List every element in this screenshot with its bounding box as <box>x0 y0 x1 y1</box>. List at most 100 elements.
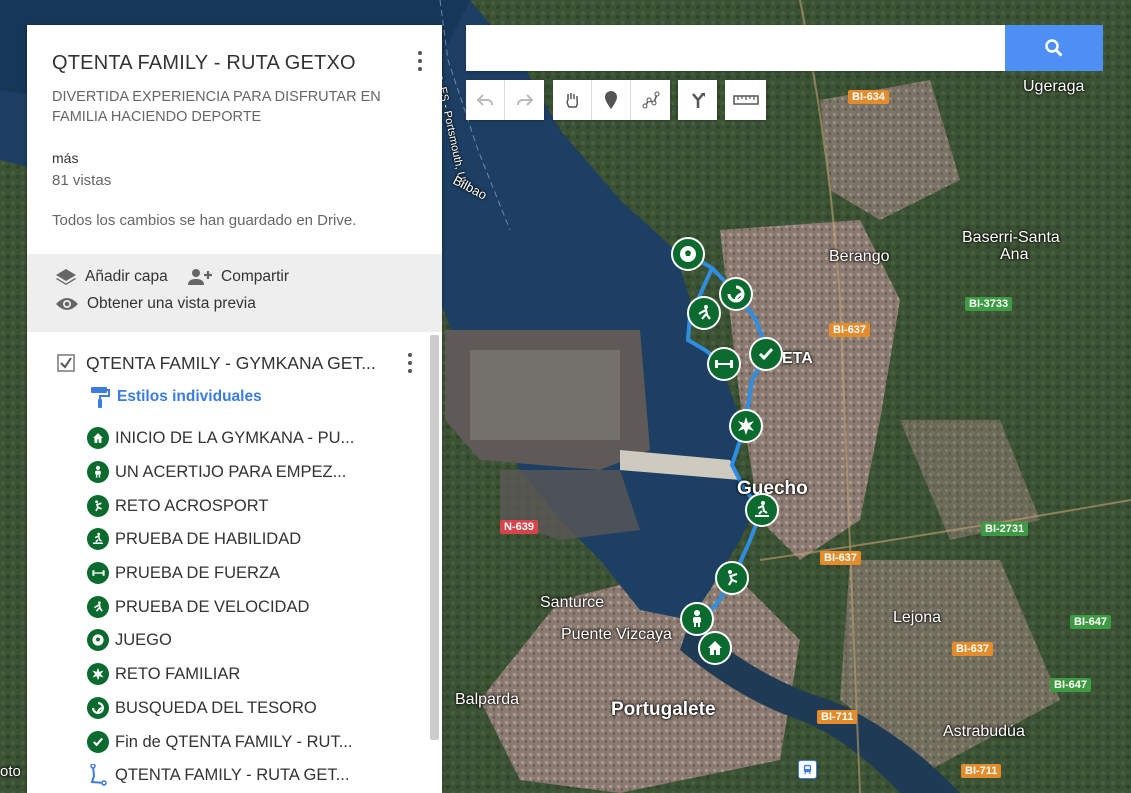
add-marker-button[interactable] <box>592 80 631 120</box>
list-item-tesoro[interactable]: BUSQUEDA DEL TESORO <box>87 697 317 719</box>
map-label: Ana <box>1000 246 1029 263</box>
map-description[interactable]: DIVERTIDA EXPERIENCIA PARA DISFRUTAR EN … <box>52 87 417 127</box>
redo-icon <box>516 94 533 106</box>
train-station-icon[interactable] <box>798 760 817 779</box>
directions-button[interactable] <box>678 80 717 120</box>
views-count: 81 vistas <box>52 172 112 189</box>
item-label: RETO ACROSPORT <box>115 496 269 515</box>
route-line-icon <box>90 764 107 786</box>
item-label: Fin de QTENTA FAMILY - RUT... <box>115 732 353 751</box>
save-status: Todos los cambios se han guardado en Dri… <box>52 212 357 229</box>
road-badge: BI-637 <box>829 323 871 337</box>
runner-icon <box>698 305 711 320</box>
item-label: INICIO DE LA GYMKANA - PU... <box>115 428 355 447</box>
map-tools-group <box>553 80 670 120</box>
preview-label: Obtener una vista previa <box>87 295 256 312</box>
list-item-reto-familiar[interactable]: RETO FAMILIAR <box>87 663 240 685</box>
item-label: PRUEBA DE HABILIDAD <box>115 529 302 548</box>
road-badge: BI-647 <box>1070 615 1112 629</box>
draw-line-button[interactable] <box>631 80 670 120</box>
map-label: Balparda <box>455 691 520 708</box>
soccer-ball-icon <box>92 634 104 646</box>
share-label: Compartir <box>221 268 290 285</box>
list-item-acrosport[interactable]: RETO ACROSPORT <box>87 495 268 517</box>
measure-group <box>725 80 766 120</box>
list-item-fuerza[interactable]: PRUEBA DE FUERZA <box>87 562 280 584</box>
item-label: JUEGO <box>115 630 172 649</box>
road-badge: BI-637 <box>820 551 862 565</box>
layer-options-button[interactable] <box>406 353 414 377</box>
ruler-icon <box>732 95 759 105</box>
road-badge: N-639 <box>500 520 538 534</box>
individual-styles-link[interactable]: Estilos individuales <box>89 385 262 409</box>
preview-button[interactable]: Obtener una vista previa <box>55 295 256 313</box>
home-icon <box>708 641 722 655</box>
measure-button[interactable] <box>725 80 766 120</box>
marker-busqueda-tesoro[interactable] <box>719 277 753 311</box>
marker-prueba-fuerza[interactable] <box>707 347 741 381</box>
person-icon <box>693 610 701 627</box>
item-label: QTENTA FAMILY - RUTA GET... <box>115 765 350 784</box>
list-item-fin[interactable]: Fin de QTENTA FAMILY - RUT... <box>87 731 352 753</box>
select-hand-button[interactable] <box>553 80 592 120</box>
individual-styles-label: Estilos individuales <box>117 388 262 405</box>
map-label: Ugeraga <box>1023 78 1085 95</box>
map-label: ETA <box>782 350 813 367</box>
soccer-ball-icon <box>680 246 696 262</box>
add-layer-button[interactable]: Añadir capa <box>55 267 168 287</box>
marker-prueba-velocidad[interactable] <box>687 296 721 330</box>
item-label: RETO FAMILIAR <box>115 664 241 683</box>
road-badge: BI-2731 <box>981 522 1029 536</box>
list-item-acertijo[interactable]: UN ACERTIJO PARA EMPEZ... <box>87 461 346 483</box>
hand-icon <box>566 93 579 108</box>
layer-section: QTENTA FAMILY - GYMKANA GET... Estilos i… <box>27 332 442 793</box>
map-label: Santurce <box>540 594 605 611</box>
map-title[interactable]: QTENTA FAMILY - RUTA GETXO <box>52 52 356 75</box>
home-icon <box>93 433 103 443</box>
panel-actions: Añadir capa Compartir Obtener una vista … <box>27 254 442 332</box>
list-item-juego[interactable]: JUEGO <box>87 629 172 651</box>
check-icon <box>93 737 103 747</box>
directions-icon <box>691 93 705 108</box>
map-label: Portugalete <box>611 699 716 720</box>
skateboard-icon <box>755 501 769 517</box>
list-item-velocidad[interactable]: PRUEBA DE VELOCIDAD <box>87 596 309 618</box>
star-burst-icon <box>738 417 754 435</box>
more-link[interactable]: más <box>52 150 78 166</box>
marker-inicio[interactable] <box>698 631 732 665</box>
paint-roller-icon <box>91 387 110 408</box>
map-label: oto <box>0 763 21 780</box>
road-badge: BI-711 <box>817 710 858 724</box>
redo-button[interactable] <box>505 80 544 120</box>
map-label: Berango <box>829 248 890 265</box>
list-item-ruta[interactable]: QTENTA FAMILY - RUTA GET... <box>87 764 349 786</box>
item-label: PRUEBA DE VELOCIDAD <box>115 597 310 616</box>
search-icon <box>1045 39 1063 57</box>
list-item-inicio[interactable]: INICIO DE LA GYMKANA - PU... <box>87 427 354 449</box>
map-label: Astrabudúa <box>943 723 1025 740</box>
share-button[interactable]: Compartir <box>187 267 289 287</box>
search-button[interactable] <box>1005 25 1103 71</box>
map-options-button[interactable] <box>416 51 424 75</box>
marker-reto-familiar[interactable] <box>729 409 763 443</box>
skateboard-icon <box>93 532 103 544</box>
marker-juego[interactable] <box>671 237 705 271</box>
map-label: Baserri-Santa <box>962 229 1060 246</box>
gymnast-icon <box>95 500 102 512</box>
search-input[interactable] <box>466 25 1005 71</box>
marker-fin[interactable] <box>749 337 783 371</box>
map-label: Puente Vizcaya <box>561 626 672 643</box>
gymnast-icon <box>728 570 738 586</box>
list-item-habilidad[interactable]: PRUEBA DE HABILIDAD <box>87 528 301 550</box>
item-label: BUSQUEDA DEL TESORO <box>115 698 317 717</box>
undo-button[interactable] <box>466 80 505 120</box>
treasure-icon <box>727 285 745 303</box>
road-badge: BI-647 <box>1050 678 1092 692</box>
layer-title[interactable]: QTENTA FAMILY - GYMKANA GET... <box>86 353 376 374</box>
road-badge: BI-634 <box>848 90 890 104</box>
pin-icon <box>605 91 617 109</box>
marker-reto-acrosport[interactable] <box>715 561 749 595</box>
layer-visibility-checkbox[interactable] <box>57 354 75 372</box>
panel-scrollbar[interactable] <box>430 335 439 740</box>
marker-prueba-habilidad[interactable] <box>745 493 779 527</box>
